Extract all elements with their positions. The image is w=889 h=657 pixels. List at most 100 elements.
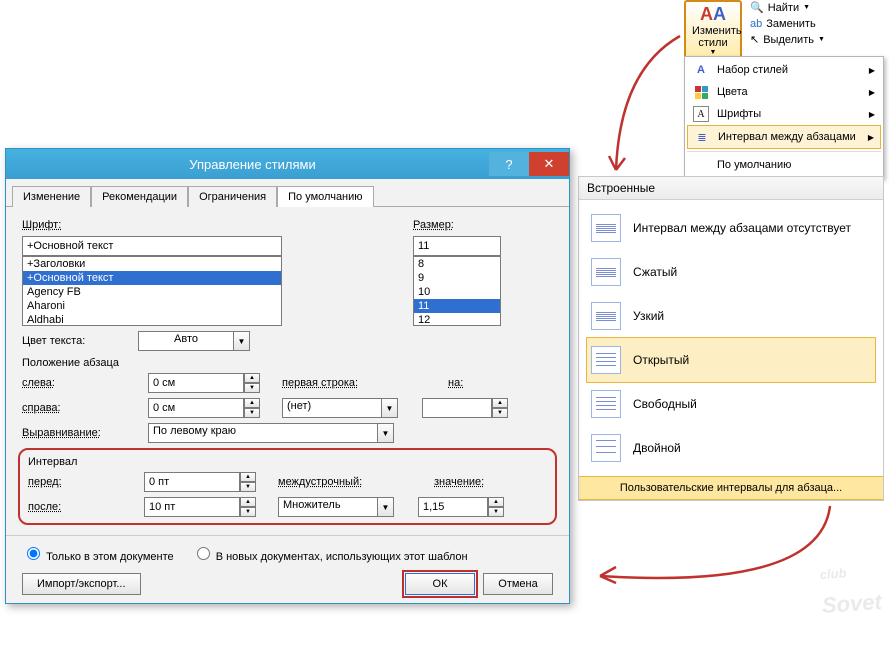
spin-down[interactable]: ▼ (492, 408, 508, 418)
size-listbox[interactable]: 89101112 (413, 256, 501, 326)
spacing-preview-icon (591, 214, 621, 242)
spin-up[interactable]: ▲ (240, 497, 256, 507)
binoculars-icon: 🔍 (750, 0, 764, 16)
size-input[interactable] (413, 236, 501, 256)
spacing-option[interactable]: Узкий (587, 294, 875, 338)
spin-down[interactable]: ▼ (244, 383, 260, 393)
menu-item-colors[interactable]: Цвета ▶ (687, 81, 881, 103)
interval-highlight-frame: Интервал перед: ▲▼ междустрочный: значен… (18, 448, 557, 525)
menu-item-paragraph-spacing[interactable]: ≣ Интервал между абзацами ▶ (687, 125, 881, 149)
close-button[interactable]: ✕ (529, 152, 569, 176)
spin-up[interactable]: ▲ (244, 373, 260, 383)
cancel-button[interactable]: Отмена (483, 573, 553, 595)
ok-button[interactable]: ОК (405, 573, 475, 595)
spacing-option-label: Открытый (633, 353, 689, 367)
after-label: после: (28, 501, 138, 513)
radio-new-docs[interactable]: В новых документах, использующих этот ша… (192, 544, 468, 563)
after-spinner[interactable]: ▲▼ (144, 497, 256, 517)
spacing-option[interactable]: Двойной (587, 426, 875, 470)
spin-up[interactable]: ▲ (492, 398, 508, 408)
styleset-icon: A (693, 62, 709, 78)
menu-item-style-set[interactable]: A Набор стилей ▶ (687, 59, 881, 81)
value-spinner[interactable]: ▲▼ (418, 497, 504, 517)
align-combo[interactable]: По левому краю ▼ (148, 423, 394, 443)
right-spinner[interactable]: ▲▼ (148, 398, 260, 418)
chevron-down-icon: ▼ (382, 398, 398, 418)
first-line-combo[interactable]: (нет) ▼ (282, 398, 398, 418)
left-spinner[interactable]: ▲▼ (148, 373, 260, 393)
font-option[interactable]: +Заголовки (23, 257, 281, 271)
tab-0[interactable]: Изменение (12, 186, 91, 207)
line-spacing-label: междустрочный: (278, 476, 388, 488)
spacing-icon: ≣ (694, 129, 710, 145)
font-input[interactable] (22, 236, 282, 256)
chevron-down-icon: ▼ (378, 423, 394, 443)
spin-down[interactable]: ▼ (240, 507, 256, 517)
spin-up[interactable]: ▲ (244, 398, 260, 408)
spacing-option-label: Сжатый (633, 265, 677, 279)
radio-this-doc[interactable]: Только в этом документе (22, 544, 174, 563)
size-option[interactable]: 8 (414, 257, 500, 271)
find-button[interactable]: 🔍Найти ▼ (750, 0, 825, 16)
watermark: clubSovet (819, 563, 882, 619)
menu-item-label: По умолчанию (717, 159, 791, 171)
font-listbox[interactable]: +Заголовки+Основной текстAgency FBAharon… (22, 256, 282, 326)
font-option[interactable]: +Основной текст (23, 271, 281, 285)
align-label: Выравнивание: (22, 427, 142, 439)
spin-down[interactable]: ▼ (488, 507, 504, 517)
paragraph-position-group: Положение абзаца (22, 357, 553, 369)
letters-icon: AA (692, 4, 734, 25)
change-styles-button[interactable]: AA Изменить стили ▼ (684, 0, 742, 60)
font-option[interactable]: Aharoni (23, 299, 281, 313)
size-option[interactable]: 10 (414, 285, 500, 299)
value-label: значение: (434, 476, 504, 488)
spacing-option[interactable]: Интервал между абзацами отсутствует (587, 206, 875, 250)
spin-up[interactable]: ▲ (488, 497, 504, 507)
font-option[interactable]: Agency FB (23, 285, 281, 299)
spacing-preview-icon (591, 390, 621, 418)
menu-item-default[interactable]: По умолчанию (687, 154, 881, 176)
size-option[interactable]: 12 (414, 313, 500, 326)
spacing-option-label: Интервал между абзацами отсутствует (633, 221, 851, 235)
replace-button[interactable]: abЗаменить (750, 16, 825, 32)
chevron-down-icon: ▼ (818, 32, 825, 48)
spin-down[interactable]: ▼ (244, 408, 260, 418)
size-option[interactable]: 11 (414, 299, 500, 313)
spin-up[interactable]: ▲ (240, 472, 256, 482)
tab-1[interactable]: Рекомендации (91, 186, 188, 207)
menu-item-label: Шрифты (717, 108, 761, 120)
spacing-preview-icon (591, 434, 621, 462)
spacing-option-label: Двойной (633, 441, 681, 455)
spacing-preview-icon (591, 346, 621, 374)
size-option[interactable]: 9 (414, 271, 500, 285)
chevron-down-icon: ▼ (803, 0, 810, 16)
tab-2[interactable]: Ограничения (188, 186, 277, 207)
menu-item-label: Интервал между абзацами (718, 131, 856, 143)
chevron-right-icon: ▶ (869, 66, 875, 75)
menu-item-fonts[interactable]: A Шрифты ▶ (687, 103, 881, 125)
text-color-combo[interactable]: Авто ▼ (138, 331, 250, 351)
left-label: слева: (22, 377, 142, 389)
help-button[interactable]: ? (489, 152, 529, 176)
font-option[interactable]: Aldhabi (23, 313, 281, 326)
manage-styles-dialog: Управление стилями ? ✕ ИзменениеРекоменд… (5, 148, 570, 604)
change-styles-dropdown: A Набор стилей ▶ Цвета ▶ A Шрифты ▶ ≣ Ин… (684, 56, 884, 179)
spacing-option[interactable]: Свободный (587, 382, 875, 426)
arrow-annotation-icon (580, 500, 840, 620)
font-label: Шрифт: (22, 219, 92, 231)
spacing-option[interactable]: Открытый (586, 337, 876, 383)
import-export-button[interactable]: Импорт/экспорт... (22, 573, 141, 595)
fonts-icon: A (693, 106, 709, 122)
tab-3[interactable]: По умолчанию (277, 186, 373, 207)
by-spinner[interactable]: ▲▼ (422, 398, 508, 418)
spacing-preview-icon (591, 258, 621, 286)
spacing-option-label: Узкий (633, 309, 664, 323)
line-spacing-combo[interactable]: Множитель ▼ (278, 497, 394, 517)
spacing-option[interactable]: Сжатый (587, 250, 875, 294)
custom-spacing-button[interactable]: Пользовательские интервалы для абзаца... (579, 476, 883, 500)
menu-item-label: Цвета (717, 86, 748, 98)
before-spinner[interactable]: ▲▼ (144, 472, 256, 492)
select-button[interactable]: ↖Выделить ▼ (750, 32, 825, 48)
spin-down[interactable]: ▼ (240, 482, 256, 492)
menu-item-label: Набор стилей (717, 64, 788, 76)
